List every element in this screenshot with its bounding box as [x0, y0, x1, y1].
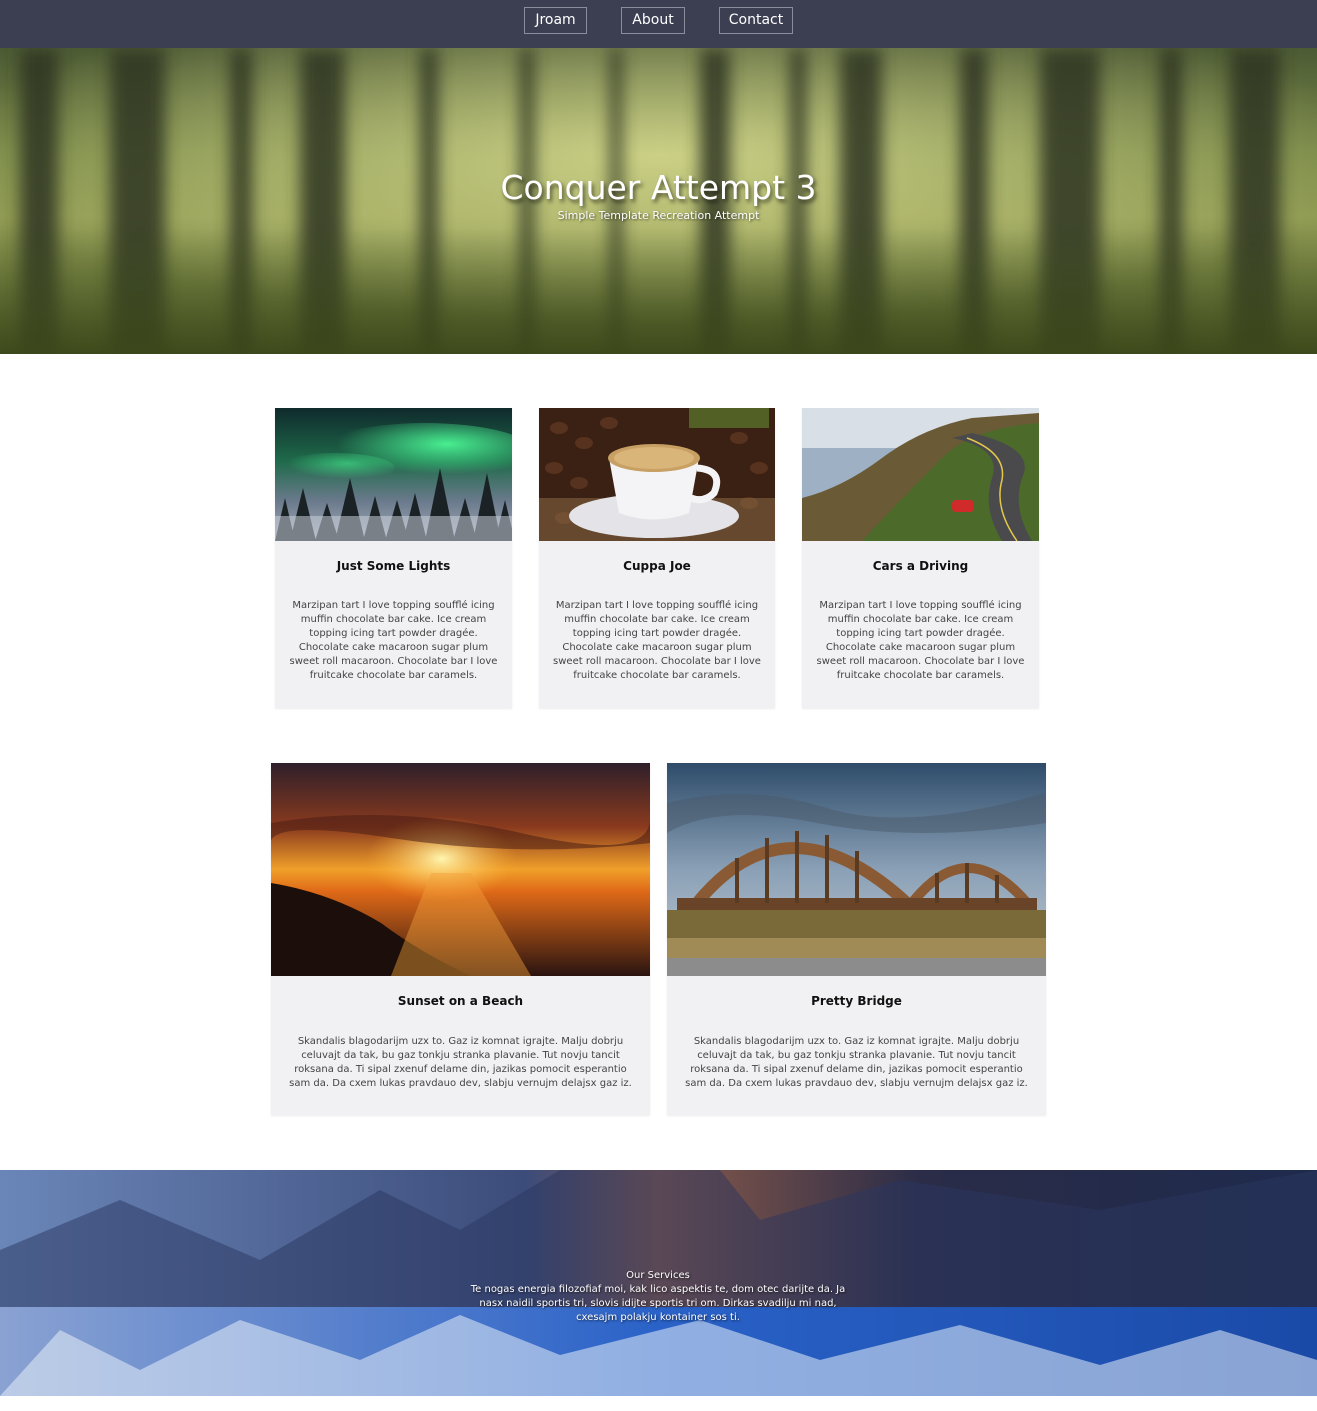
card-title: Cars a Driving	[872, 559, 969, 573]
card-text: Marzipan tart I love topping soufflé ici…	[816, 600, 1025, 681]
hero-banner: Conquer Attempt 3 Simple Template Recrea…	[0, 48, 1317, 354]
aurora-image	[275, 408, 512, 541]
card-title: Sunset on a Beach	[397, 994, 524, 1008]
beach-sunset-image	[271, 763, 650, 976]
card-sunset-on-a-beach: Sunset on a Beach Skandalis blagodarijm …	[271, 763, 650, 1115]
services-section: Our Services Te nogas energia filozofiaf…	[0, 1170, 1317, 1396]
card-title: Cuppa Joe	[623, 559, 691, 573]
nav-jroam-button[interactable]: Jroam	[524, 7, 587, 34]
card-just-some-lights: Just Some Lights Marzipan tart I love to…	[275, 408, 512, 708]
nav-about-button[interactable]: About	[621, 7, 685, 34]
card-text: Skandalis blagodarijm uzx to. Gaz iz kom…	[685, 1036, 1028, 1089]
card-cuppa-joe: Cuppa Joe Marzipan tart I love topping s…	[539, 408, 775, 708]
hero-title: Conquer Attempt 3	[500, 168, 817, 207]
card-cars-a-driving: Cars a Driving Marzipan tart I love topp…	[802, 408, 1039, 708]
services-title: Our Services	[626, 1270, 690, 1281]
coastal-road-image	[802, 408, 1039, 541]
top-nav: Jroam About Contact	[0, 0, 1317, 48]
coffee-image	[539, 408, 775, 541]
nav-contact-button[interactable]: Contact	[719, 7, 793, 34]
services-content: Our Services Te nogas energia filozofiaf…	[458, 1269, 858, 1325]
card-text: Marzipan tart I love topping soufflé ici…	[553, 600, 761, 681]
services-description: Te nogas energia filozofiaf moi, kak lic…	[470, 1284, 846, 1323]
card-text: Skandalis blagodarijm uzx to. Gaz iz kom…	[289, 1036, 632, 1089]
card-title: Pretty Bridge	[811, 994, 902, 1008]
bridge-image	[667, 763, 1046, 976]
card-pretty-bridge: Pretty Bridge Skandalis blagodarijm uzx …	[667, 763, 1046, 1115]
card-title: Just Some Lights	[336, 559, 451, 573]
card-text: Marzipan tart I love topping soufflé ici…	[289, 600, 498, 681]
hero-subtitle: Simple Template Recreation Attempt	[557, 209, 760, 222]
